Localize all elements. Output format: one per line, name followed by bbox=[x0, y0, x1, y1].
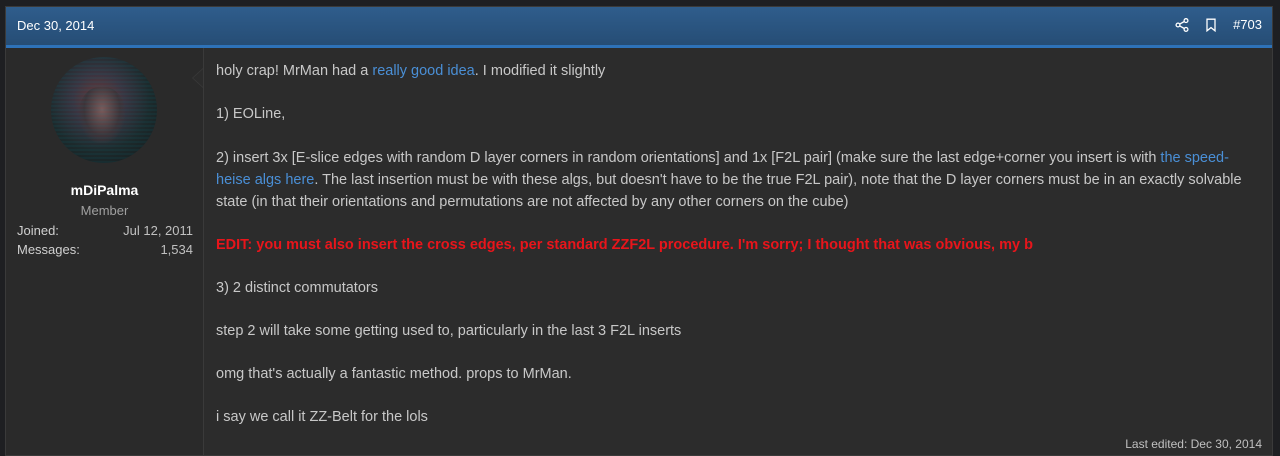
stat-value: Jul 12, 2011 bbox=[123, 223, 193, 238]
stat-messages: Messages: 1,534 bbox=[17, 242, 193, 257]
paragraph: step 2 will take some getting used to, p… bbox=[216, 323, 682, 339]
text: . I modified it slightly bbox=[474, 63, 606, 79]
post-container: Dec 30, 2014 #703 mDiPalma Member Joined… bbox=[5, 6, 1273, 456]
post-header: Dec 30, 2014 #703 bbox=[6, 7, 1272, 48]
paragraph: holy crap! MrMan had a really good idea.… bbox=[216, 60, 1262, 82]
paragraph: 2) insert 3x [E-slice edges with random … bbox=[216, 147, 1262, 213]
paragraph: 1) EOLine, bbox=[216, 106, 286, 122]
post-content: holy crap! MrMan had a really good idea.… bbox=[216, 48, 1262, 455]
stat-value: 1,534 bbox=[160, 242, 193, 257]
edit-notice: EDIT: you must also insert the cross edg… bbox=[216, 237, 1033, 253]
user-info-panel: mDiPalma Member Joined: Jul 12, 2011 Mes… bbox=[6, 48, 204, 455]
share-icon[interactable] bbox=[1175, 17, 1189, 32]
username[interactable]: mDiPalma bbox=[6, 182, 203, 198]
header-actions: #703 bbox=[1175, 17, 1262, 32]
stat-label: Joined: bbox=[17, 223, 59, 238]
stat-joined: Joined: Jul 12, 2011 bbox=[17, 223, 193, 238]
avatar[interactable] bbox=[51, 57, 157, 163]
really-good-idea-link[interactable]: really good idea bbox=[372, 63, 474, 79]
user-title: Member bbox=[80, 203, 129, 218]
post-number-link[interactable]: #703 bbox=[1233, 17, 1262, 32]
text: 2) insert 3x [E-slice edges with random … bbox=[216, 150, 1161, 166]
paragraph: omg that's actually a fantastic method. … bbox=[216, 366, 572, 382]
stat-label: Messages: bbox=[17, 242, 80, 257]
last-edited: Last edited: Dec 30, 2014 bbox=[1125, 437, 1262, 451]
text: holy crap! MrMan had a bbox=[216, 63, 373, 79]
text: . The last insertion must be with these … bbox=[216, 172, 1242, 210]
post-date[interactable]: Dec 30, 2014 bbox=[17, 18, 94, 33]
paragraph: i say we call it ZZ-Belt for the lols bbox=[216, 409, 428, 425]
paragraph: 3) 2 distinct commutators bbox=[216, 280, 378, 296]
message-arrow bbox=[192, 68, 203, 88]
bookmark-icon[interactable] bbox=[1205, 18, 1217, 32]
